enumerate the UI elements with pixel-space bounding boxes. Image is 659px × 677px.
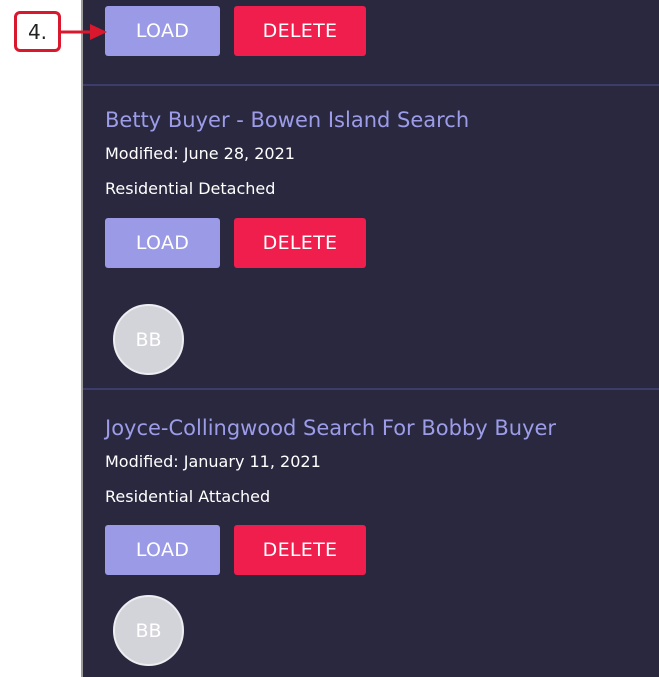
divider (83, 84, 659, 86)
load-button[interactable]: LOAD (105, 218, 220, 268)
saved-search-title[interactable]: Joyce-Collingwood Search For Bobby Buyer (105, 416, 556, 440)
load-button[interactable]: LOAD (105, 6, 220, 56)
saved-search-title[interactable]: Betty Buyer - Bowen Island Search (105, 108, 469, 132)
divider (83, 388, 659, 390)
load-button[interactable]: LOAD (105, 525, 220, 575)
modified-date: Modified: June 28, 2021 (105, 144, 295, 163)
modified-date: Modified: January 11, 2021 (105, 452, 321, 471)
avatar: BB (113, 304, 184, 375)
step-number: 4. (27, 19, 48, 44)
avatar: BB (113, 595, 184, 666)
delete-button[interactable]: DELETE (234, 525, 366, 575)
arrow-right-icon (60, 24, 107, 40)
step-callout: 4. (14, 11, 61, 52)
avatar-initials: BB (135, 328, 162, 351)
property-type: Residential Attached (105, 487, 271, 506)
delete-button[interactable]: DELETE (234, 6, 366, 56)
property-type: Residential Detached (105, 179, 276, 198)
saved-searches-panel: LOAD DELETE Betty Buyer - Bowen Island S… (81, 0, 659, 677)
avatar-initials: BB (135, 619, 162, 642)
delete-button[interactable]: DELETE (234, 218, 366, 268)
